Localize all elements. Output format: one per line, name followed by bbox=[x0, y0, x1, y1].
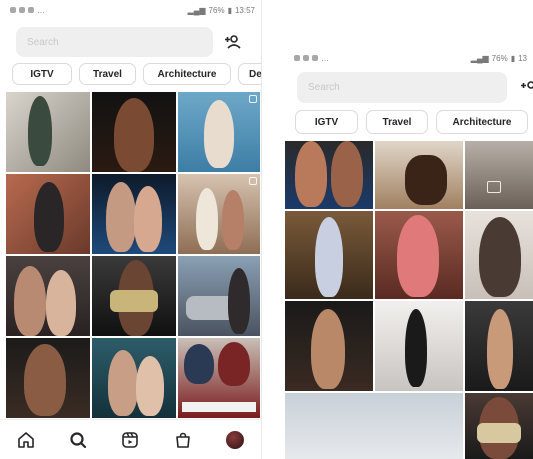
reel-indicator-icon bbox=[487, 181, 501, 193]
image-icon bbox=[28, 7, 34, 13]
grid-tile[interactable] bbox=[285, 393, 463, 459]
signal-icon: ▂▄▆ bbox=[470, 53, 489, 63]
shop-icon[interactable] bbox=[170, 427, 196, 453]
bottom-navigation bbox=[0, 419, 261, 459]
grid-tile[interactable] bbox=[178, 174, 260, 254]
grid-tile[interactable] bbox=[285, 141, 373, 209]
search-row: Search bbox=[0, 27, 261, 57]
notification-icons: … bbox=[294, 54, 329, 63]
explore-grid bbox=[284, 141, 533, 459]
reel-indicator-icon bbox=[249, 95, 257, 103]
grid-tile[interactable] bbox=[465, 141, 533, 209]
search-row: Search bbox=[284, 72, 533, 103]
battery-level: 76% bbox=[208, 5, 225, 15]
grid-tile[interactable] bbox=[178, 338, 260, 418]
reel-indicator-icon bbox=[249, 177, 257, 185]
category-chips: IGTV Travel Architecture bbox=[284, 110, 533, 136]
grid-tile[interactable] bbox=[178, 92, 260, 172]
signal-icon: ▂▄▆ bbox=[187, 5, 206, 15]
image-icon bbox=[312, 55, 318, 61]
chip-travel[interactable]: Travel bbox=[79, 63, 136, 85]
chip-architecture[interactable]: Architecture bbox=[143, 63, 231, 85]
system-status: ▂▄▆ 76% ▮ 13 bbox=[471, 54, 527, 63]
grid-tile[interactable] bbox=[465, 393, 533, 459]
search-icon[interactable] bbox=[65, 427, 91, 453]
grid-tile[interactable] bbox=[375, 211, 463, 299]
app-icon bbox=[19, 7, 25, 13]
explore-screen-left: … ▂▄▆ 76% ▮ 13:57 Search IGTV Travel Arc… bbox=[0, 0, 262, 459]
search-input[interactable]: Search bbox=[297, 72, 507, 103]
grid-tile[interactable] bbox=[465, 301, 533, 391]
system-status: ▂▄▆ 76% ▮ 13:57 bbox=[188, 6, 255, 15]
grid-tile[interactable] bbox=[92, 338, 176, 418]
chip-igtv[interactable]: IGTV bbox=[12, 63, 72, 85]
clock: 13:57 bbox=[234, 5, 255, 15]
message-icon bbox=[294, 55, 300, 61]
status-bar: … ▂▄▆ 76% ▮ 13 bbox=[284, 48, 533, 68]
category-chips: IGTV Travel Architecture De bbox=[0, 63, 261, 87]
grid-tile[interactable] bbox=[178, 256, 260, 336]
grid-tile[interactable] bbox=[465, 211, 533, 299]
battery-icon: ▮ bbox=[510, 53, 516, 63]
explore-grid bbox=[0, 92, 261, 419]
add-person-icon[interactable] bbox=[507, 72, 533, 103]
profile-avatar-icon[interactable] bbox=[222, 427, 248, 453]
chip-decor[interactable]: De bbox=[238, 63, 261, 85]
grid-tile[interactable] bbox=[6, 256, 90, 336]
home-icon[interactable] bbox=[13, 427, 39, 453]
grid-tile[interactable] bbox=[92, 92, 176, 172]
add-person-icon[interactable] bbox=[213, 27, 253, 57]
chip-architecture[interactable]: Architecture bbox=[436, 110, 528, 134]
grid-tile[interactable] bbox=[285, 211, 373, 299]
grid-tile[interactable] bbox=[6, 338, 90, 418]
app-icon bbox=[303, 55, 309, 61]
grid-tile[interactable] bbox=[92, 174, 176, 254]
chip-igtv[interactable]: IGTV bbox=[295, 110, 358, 134]
notification-icons: … bbox=[10, 6, 45, 15]
message-icon bbox=[10, 7, 16, 13]
clock: 13 bbox=[518, 53, 527, 63]
grid-tile[interactable] bbox=[375, 301, 463, 391]
grid-tile[interactable] bbox=[6, 92, 90, 172]
grid-tile[interactable] bbox=[375, 141, 463, 209]
grid-tile[interactable] bbox=[285, 301, 373, 391]
status-bar: … ▂▄▆ 76% ▮ 13:57 bbox=[0, 0, 261, 20]
chip-travel[interactable]: Travel bbox=[366, 110, 428, 134]
reels-icon[interactable] bbox=[117, 427, 143, 453]
more-icon: … bbox=[321, 53, 329, 63]
search-input[interactable]: Search bbox=[16, 27, 213, 57]
grid-tile[interactable] bbox=[92, 256, 176, 336]
grid-tile[interactable] bbox=[6, 174, 90, 254]
battery-icon: ▮ bbox=[227, 5, 232, 15]
explore-screen-right: … ▂▄▆ 76% ▮ 13 Search IGTV Travel Archit… bbox=[284, 44, 533, 459]
more-icon: … bbox=[37, 5, 45, 15]
battery-level: 76% bbox=[491, 53, 508, 63]
